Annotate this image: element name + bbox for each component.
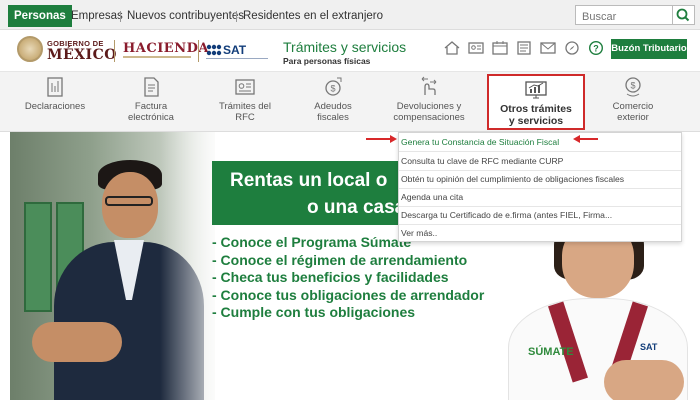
compass-icon[interactable]	[563, 40, 581, 56]
annotation-arrowhead	[573, 135, 580, 143]
hero-bullet-list: - Conoce el Programa Súmate - Conoce el …	[212, 234, 512, 322]
binder-shape	[24, 202, 52, 312]
nav-adeudos-fiscales[interactable]: $ Adeudos fiscales	[292, 72, 374, 132]
main-nav: Declaraciones Factura electrónica Trámit…	[0, 72, 700, 132]
tab-personas[interactable]: Personas	[8, 5, 72, 27]
nav-tramites-rfc[interactable]: Trámites del RFC	[204, 72, 286, 132]
mail-icon[interactable]	[539, 40, 557, 56]
hacienda-logo: HACIENDA	[123, 41, 209, 56]
sat-underline	[206, 58, 268, 59]
declaraciones-icon	[47, 77, 63, 97]
menu-item-ver-mas[interactable]: Ver más..	[399, 224, 681, 243]
audience-bar: Personas Empresas Nuevos contribuyentes …	[0, 0, 700, 30]
search-button[interactable]	[673, 5, 695, 25]
help-icon[interactable]: ?	[587, 40, 605, 56]
invoice-icon	[144, 77, 159, 97]
nav-label: Trámites del RFC	[219, 101, 271, 123]
nav-factura-electronica[interactable]: Factura electrónica	[110, 72, 192, 132]
hero-headline-line1: Rentas un local o	[230, 170, 388, 191]
menu-item-agenda-cita[interactable]: Agenda una cita	[399, 188, 681, 207]
hero-bullet: - Conoce tus obligaciones de arrendador	[212, 286, 485, 303]
tab-separator	[120, 11, 121, 22]
sat-shirt-logo: SAT	[640, 342, 658, 352]
nav-label: Adeudos fiscales	[314, 101, 352, 123]
nav-label: Devoluciones y compensaciones	[393, 101, 465, 123]
home-icon[interactable]	[443, 40, 461, 56]
debts-icon: $	[325, 77, 342, 96]
svg-text:$: $	[330, 84, 335, 94]
woman-hands-shape	[604, 360, 684, 400]
menu-item-consulta-rfc-curp[interactable]: Consulta tu clave de RFC mediante CURP	[399, 152, 681, 171]
tab-nuevos-contribuyentes[interactable]: Nuevos contribuyentes	[127, 5, 244, 27]
sat-logo-icon	[206, 44, 222, 56]
tab-empresas[interactable]: Empresas	[71, 5, 123, 27]
calendar-icon[interactable]	[491, 40, 509, 56]
refund-icon	[421, 76, 437, 95]
nav-declaraciones[interactable]: Declaraciones	[14, 72, 96, 132]
gobierno-logo-line2: MÉXICO	[47, 47, 117, 63]
logo-divider	[114, 40, 115, 62]
annotation-arrow-left	[366, 138, 392, 140]
nav-otros-tramites[interactable]: Otros trámites y servicios	[487, 74, 585, 130]
nav-comercio-exterior[interactable]: $ Comercio exterior	[592, 72, 674, 132]
man-glasses-shape	[105, 196, 153, 206]
annotation-arrowhead	[390, 135, 397, 143]
logo-divider	[198, 40, 199, 62]
menu-item-certificado-efirma[interactable]: Descarga tu Certificado de e.firma (ante…	[399, 206, 681, 225]
nav-devoluciones[interactable]: Devoluciones y compensaciones	[386, 72, 472, 132]
buzon-tributario-button[interactable]: Buzón Tributario	[611, 39, 687, 59]
page-subtitle: Para personas físicas	[283, 56, 371, 66]
hacienda-underline	[123, 56, 191, 58]
sat-logo-text: SAT	[223, 43, 247, 57]
foreign-trade-icon: $	[625, 77, 641, 97]
menu-item-constancia-situacion-fiscal[interactable]: Genera tu Constancia de Situación Fiscal	[399, 133, 681, 152]
site-header: GOBIERNO DE MÉXICO HACIENDA SAT Trámites…	[0, 30, 700, 72]
tab-residentes-extranjero[interactable]: Residentes en el extranjero	[243, 5, 383, 27]
svg-text:?: ?	[593, 44, 599, 54]
id-card-icon[interactable]	[467, 40, 485, 56]
svg-text:$: $	[630, 81, 635, 91]
nav-label: Declaraciones	[24, 101, 86, 112]
nav-label: Factura electrónica	[128, 101, 174, 123]
hero-bullet: - Conoce el régimen de arrendamiento	[212, 251, 468, 268]
otros-tramites-dropdown: Genera tu Constancia de Situación Fiscal…	[398, 132, 682, 242]
man-hands-shape	[32, 322, 122, 362]
tab-separator	[236, 11, 237, 22]
nav-label: Comercio exterior	[612, 101, 654, 123]
nav-label: Otros trámites y servicios	[500, 103, 572, 127]
page-title: Trámites y servicios	[283, 39, 407, 55]
document-icon[interactable]	[515, 40, 533, 56]
search-input[interactable]	[575, 5, 673, 25]
rfc-card-icon	[235, 79, 255, 95]
sumate-shirt-logo: SÚMATE	[528, 346, 574, 358]
gobierno-seal-icon	[17, 36, 43, 62]
hero-bullet: - Checa tus beneficios y facilidades	[212, 269, 449, 285]
annotation-arrow-right	[580, 138, 598, 140]
hero-bullet: - Cumple con tus obligaciones	[212, 304, 416, 320]
menu-item-opinion-cumplimiento[interactable]: Obtén tu opinión del cumplimiento de obl…	[399, 170, 681, 189]
chart-monitor-icon	[525, 81, 547, 99]
hero-headline-line2: o una casa	[307, 197, 406, 218]
search-icon	[676, 8, 690, 22]
